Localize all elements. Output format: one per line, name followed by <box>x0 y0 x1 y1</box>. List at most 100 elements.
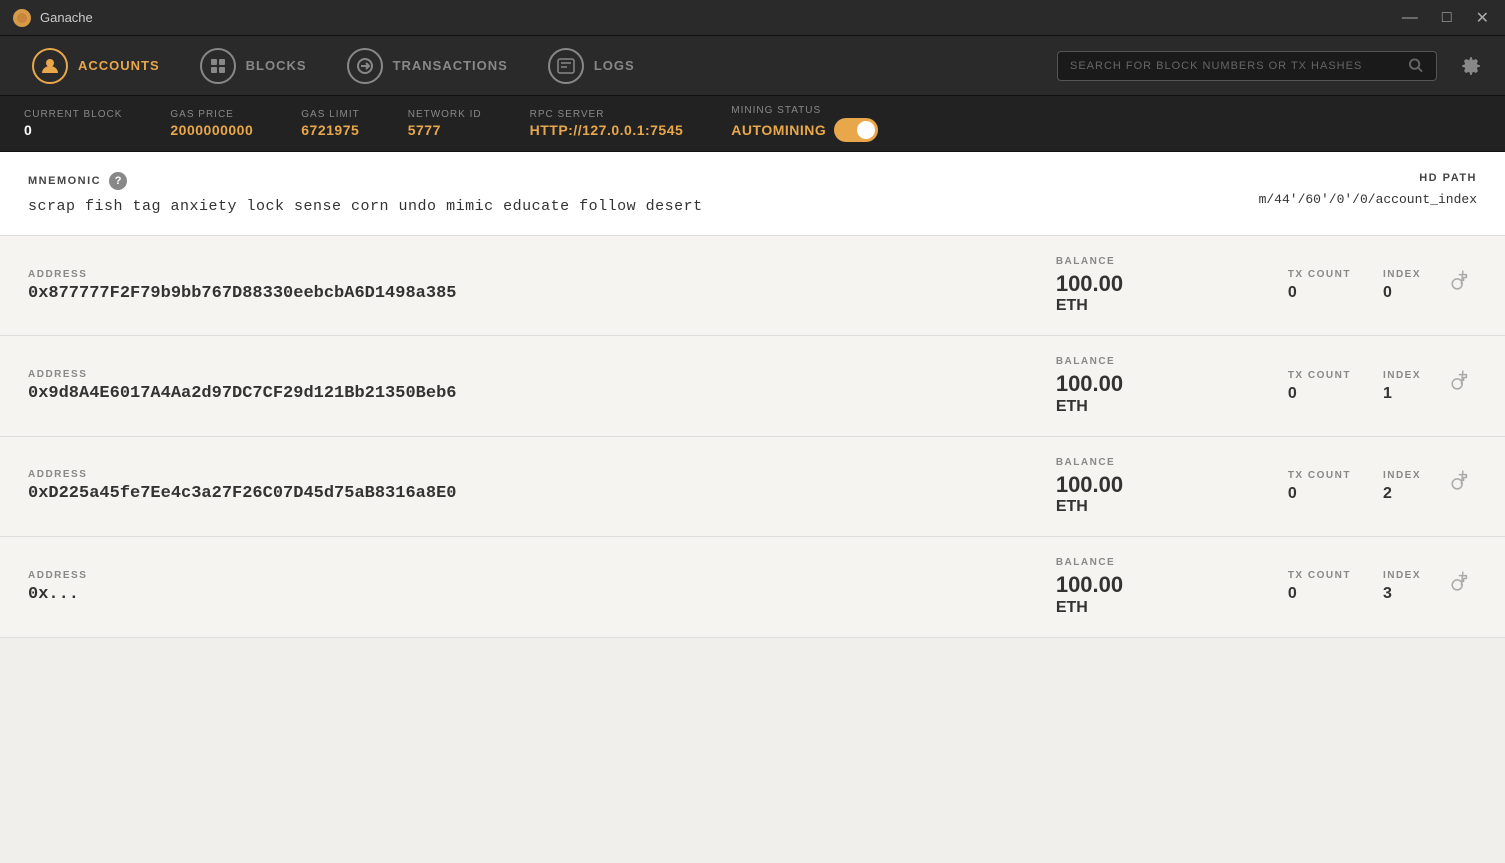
transactions-icon <box>347 48 383 84</box>
nav-item-blocks[interactable]: BLOCKS <box>184 40 323 92</box>
settings-icon <box>1461 56 1481 76</box>
hd-path-value: m/44'/60'/0'/0/account_index <box>1259 192 1477 207</box>
status-bar: CURRENT BLOCK 0 GAS PRICE 2000000000 GAS… <box>0 96 1505 152</box>
account-balance-eth-3: ETH <box>1056 599 1256 617</box>
account-balance-2: 100.00 <box>1056 472 1256 498</box>
mnemonic-label: MNEMONIC <box>28 175 101 187</box>
key-icon-0[interactable] <box>1446 267 1484 305</box>
account-balance-1: 100.00 <box>1056 371 1256 397</box>
address-label-0: ADDRESS <box>28 269 1024 280</box>
status-network-id: NETWORK ID 5777 <box>408 109 482 138</box>
mnemonic-section: MNEMONIC ? scrap fish tag anxiety lock s… <box>0 152 1505 236</box>
key-icon-1[interactable] <box>1446 367 1484 405</box>
address-label-2: ADDRESS <box>28 469 1024 480</box>
title-bar: Ganache — □ ✕ <box>0 0 1505 36</box>
balance-label-0: BALANCE <box>1056 256 1256 267</box>
account-left-2: ADDRESS 0xD225a45fe7Ee4c3a27F26C07D45d75… <box>28 469 1024 503</box>
account-txcount-2: TX COUNT 0 <box>1288 470 1351 503</box>
nav-item-accounts[interactable]: ACCOUNTS <box>16 40 176 92</box>
accounts-list: ADDRESS 0x877777F2F79b9bb767D88330eebcbA… <box>0 236 1505 638</box>
gas-limit-label: GAS LIMIT <box>301 109 359 120</box>
account-left-1: ADDRESS 0x9d8A4E6017A4Aa2d97DC7CF29d121B… <box>28 369 1024 403</box>
account-address-1: 0x9d8A4E6017A4Aa2d97DC7CF29d121Bb21350Be… <box>28 384 1024 403</box>
title-bar-left: Ganache <box>12 8 93 28</box>
status-gas-price: GAS PRICE 2000000000 <box>170 109 253 138</box>
mnemonic-left: MNEMONIC ? scrap fish tag anxiety lock s… <box>28 172 703 215</box>
account-right-1: TX COUNT 0 INDEX 1 <box>1288 370 1477 403</box>
mining-status-value: AUTOMINING <box>731 122 826 138</box>
accounts-icon <box>32 48 68 84</box>
hd-path-label: HD PATH <box>1259 172 1477 184</box>
account-balance-0: 100.00 <box>1056 271 1256 297</box>
account-address-0: 0x877777F2F79b9bb767D88330eebcbA6D1498a3… <box>28 284 1024 303</box>
app-icon <box>12 8 32 28</box>
account-middle-2: BALANCE 100.00 ETH <box>1056 457 1256 516</box>
minimize-button[interactable]: — <box>1398 8 1422 28</box>
account-row[interactable]: ADDRESS 0x9d8A4E6017A4Aa2d97DC7CF29d121B… <box>0 336 1505 436</box>
app-title: Ganache <box>40 10 93 25</box>
account-middle-1: BALANCE 100.00 ETH <box>1056 356 1256 415</box>
search-icon <box>1409 58 1424 74</box>
maximize-button[interactable]: □ <box>1438 8 1456 28</box>
status-rpc-server: RPC SERVER HTTP://127.0.0.1:7545 <box>530 109 684 138</box>
gas-price-value: 2000000000 <box>170 122 253 138</box>
current-block-label: CURRENT BLOCK <box>24 109 122 120</box>
network-id-label: NETWORK ID <box>408 109 482 120</box>
blocks-label: BLOCKS <box>246 58 307 73</box>
network-id-value: 5777 <box>408 122 482 138</box>
account-row[interactable]: ADDRESS 0xD225a45fe7Ee4c3a27F26C07D45d75… <box>0 437 1505 537</box>
account-left-0: ADDRESS 0x877777F2F79b9bb767D88330eebcbA… <box>28 269 1024 303</box>
account-address-3: 0x... <box>28 585 1024 604</box>
rpc-server-value: HTTP://127.0.0.1:7545 <box>530 122 684 138</box>
mnemonic-phrase: scrap fish tag anxiety lock sense corn u… <box>28 198 703 215</box>
account-balance-eth-0: ETH <box>1056 297 1256 315</box>
account-balance-3: 100.00 <box>1056 572 1256 598</box>
current-block-value: 0 <box>24 122 122 138</box>
mining-status-row: AUTOMINING <box>731 118 878 142</box>
account-txcount-0: TX COUNT 0 <box>1288 269 1351 302</box>
search-bar[interactable] <box>1057 51 1437 81</box>
status-current-block: CURRENT BLOCK 0 <box>24 109 122 138</box>
account-left-3: ADDRESS 0x... <box>28 570 1024 604</box>
account-row[interactable]: ADDRESS 0x877777F2F79b9bb767D88330eebcbA… <box>0 236 1505 336</box>
account-index-2: INDEX 2 <box>1383 470 1421 503</box>
search-input[interactable] <box>1070 60 1401 72</box>
key-icon-2[interactable] <box>1446 467 1484 505</box>
balance-label-1: BALANCE <box>1056 356 1256 367</box>
account-row[interactable]: ADDRESS 0x... BALANCE 100.00 ETH TX COUN… <box>0 537 1505 637</box>
nav-bar: ACCOUNTS BLOCKS TRANSACTIONS <box>0 36 1505 96</box>
transactions-label: TRANSACTIONS <box>393 58 508 73</box>
accounts-label: ACCOUNTS <box>78 58 160 73</box>
mining-status-label: MINING STATUS <box>731 105 878 116</box>
main-content: MNEMONIC ? scrap fish tag anxiety lock s… <box>0 152 1505 863</box>
account-index-1: INDEX 1 <box>1383 370 1421 403</box>
balance-label-3: BALANCE <box>1056 557 1256 568</box>
account-right-0: TX COUNT 0 INDEX 0 <box>1288 269 1477 302</box>
key-icon-3[interactable] <box>1446 568 1484 606</box>
account-txcount-1: TX COUNT 0 <box>1288 370 1351 403</box>
title-bar-controls: — □ ✕ <box>1398 8 1493 28</box>
status-gas-limit: GAS LIMIT 6721975 <box>301 109 359 138</box>
gas-limit-value: 6721975 <box>301 122 359 138</box>
mnemonic-header: MNEMONIC ? <box>28 172 703 190</box>
account-index-3: INDEX 3 <box>1383 570 1421 603</box>
status-mining: MINING STATUS AUTOMINING <box>731 105 878 142</box>
account-middle-3: BALANCE 100.00 ETH <box>1056 557 1256 616</box>
close-button[interactable]: ✕ <box>1472 8 1493 28</box>
account-address-2: 0xD225a45fe7Ee4c3a27F26C07D45d75aB8316a8… <box>28 484 1024 503</box>
mining-toggle[interactable] <box>834 118 878 142</box>
mnemonic-right: HD PATH m/44'/60'/0'/0/account_index <box>1259 172 1477 207</box>
settings-button[interactable] <box>1453 48 1489 84</box>
account-right-3: TX COUNT 0 INDEX 3 <box>1288 570 1477 603</box>
account-middle-0: BALANCE 100.00 ETH <box>1056 256 1256 315</box>
logs-label: LOGS <box>594 58 635 73</box>
nav-item-logs[interactable]: LOGS <box>532 40 651 92</box>
account-right-2: TX COUNT 0 INDEX 2 <box>1288 470 1477 503</box>
nav-item-transactions[interactable]: TRANSACTIONS <box>331 40 524 92</box>
account-balance-eth-1: ETH <box>1056 398 1256 416</box>
address-label-1: ADDRESS <box>28 369 1024 380</box>
account-txcount-3: TX COUNT 0 <box>1288 570 1351 603</box>
logs-icon <box>548 48 584 84</box>
mnemonic-help-button[interactable]: ? <box>109 172 127 190</box>
account-index-0: INDEX 0 <box>1383 269 1421 302</box>
